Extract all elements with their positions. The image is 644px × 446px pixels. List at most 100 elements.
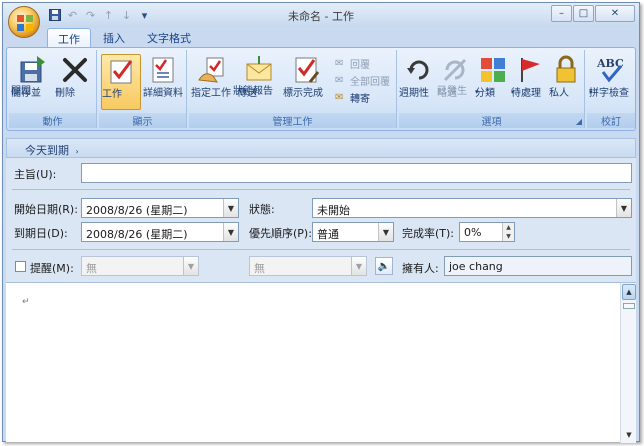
undo-icon[interactable]: ↶	[65, 8, 80, 23]
categorize-icon	[481, 58, 505, 82]
percent-complete-spinner[interactable]: 0% ▲ ▼	[459, 222, 515, 242]
options-launcher-icon[interactable]: ◢	[576, 117, 582, 126]
flag-icon	[521, 58, 540, 82]
spelling-check-icon: ABC	[596, 57, 624, 83]
start-date-picker[interactable]: 2008/8/26 (星期二) ▼	[81, 198, 239, 218]
group-proofing: ABC 拼字檢查 ▾ 校訂	[587, 50, 635, 128]
reminder-checkbox[interactable]	[15, 261, 26, 272]
save-icon[interactable]	[47, 8, 62, 23]
reply-all-icon: ✉	[335, 74, 344, 86]
subject-label: 主旨(U):	[14, 168, 57, 181]
save-close-icon	[20, 56, 45, 83]
mark-complete-button[interactable]: 標示完成	[283, 54, 329, 99]
reminder-date-select[interactable]: 無 ▼	[81, 256, 199, 276]
due-today-banner: 今天到期 ›	[6, 138, 636, 158]
vertical-scrollbar[interactable]: ▲ ▼	[620, 283, 636, 443]
spelling-dropdown-icon: ▾	[589, 88, 593, 96]
spelling-button[interactable]: ABC 拼字檢查 ▾	[589, 54, 633, 99]
reply-button[interactable]: ✉ 回覆	[335, 56, 370, 72]
tab-format-text[interactable]: 文字格式	[137, 28, 201, 47]
skip-occurrence-button[interactable]: 略過 已發生	[437, 54, 473, 99]
lock-icon	[556, 55, 576, 83]
categorize-dropdown-icon: ▾	[475, 88, 479, 96]
send-status-report-button[interactable]: 傳送 狀態報告	[233, 54, 281, 99]
priority-select[interactable]: 普通 ▼	[312, 222, 394, 242]
close-button[interactable]: ✕	[595, 5, 635, 22]
group-label-options: 選項	[399, 113, 584, 128]
office-logo-icon	[17, 15, 33, 31]
office-button[interactable]	[8, 6, 40, 38]
divider	[12, 189, 630, 190]
details-button[interactable]: 詳細資料	[143, 54, 183, 99]
due-date-dropdown-icon[interactable]: ▼	[223, 223, 238, 241]
up-icon[interactable]: ↑	[101, 8, 116, 23]
priority-dropdown-icon[interactable]: ▼	[378, 223, 393, 241]
spinner-arrows-icon[interactable]: ▲ ▼	[502, 223, 514, 241]
tab-task[interactable]: 工作	[47, 28, 91, 47]
group-label-show: 顯示	[99, 113, 186, 128]
divider	[12, 249, 630, 250]
start-date-dropdown-icon[interactable]: ▼	[223, 199, 238, 217]
customize-icon[interactable]: ▾	[137, 8, 152, 23]
start-date-label: 開始日期(R):	[14, 203, 78, 216]
status-report-icon	[246, 56, 272, 81]
tab-insert[interactable]: 插入	[93, 28, 135, 47]
details-icon	[152, 57, 174, 83]
recurrence-button[interactable]: 週期性	[399, 54, 439, 99]
status-select[interactable]: 未開始 ▼	[312, 198, 632, 218]
priority-label: 優先順序(P):	[249, 227, 312, 240]
status-label: 狀態:	[249, 203, 275, 216]
save-close-button[interactable]: 儲存並 關閉	[11, 54, 51, 99]
mark-complete-icon	[295, 57, 320, 83]
group-options: 週期性 略過 已發生 分類 ▾ 待處理 ▾ 私人 選項 ◢	[399, 50, 585, 128]
group-show: 工作 詳細資料 顯示	[99, 50, 187, 128]
owner-field: joe chang	[444, 256, 632, 276]
group-label-manage-task: 管理工作	[189, 113, 396, 128]
follow-up-dropdown-icon: ▾	[511, 88, 515, 96]
reminder-date-dropdown-icon[interactable]: ▼	[183, 257, 198, 275]
assign-task-button[interactable]: 指定工作	[191, 54, 235, 99]
percent-complete-label: 完成率(T):	[402, 227, 455, 240]
reminder-time-select[interactable]: 無 ▼	[249, 256, 367, 276]
group-actions: 儲存並 關閉 刪除 動作	[9, 50, 97, 128]
task-body-editor[interactable]: ↵ ▲ ▼	[6, 282, 636, 443]
reminder-time-dropdown-icon[interactable]: ▼	[351, 257, 366, 275]
task-icon	[110, 60, 133, 84]
reminder-sound-button[interactable]: 🔈	[375, 257, 393, 275]
scroll-up-icon: ▲	[626, 288, 632, 296]
forward-button[interactable]: ✉ 轉寄	[335, 90, 370, 106]
task-view-button[interactable]: 工作	[101, 54, 141, 110]
group-label-actions: 動作	[9, 113, 96, 128]
ribbon: 儲存並 關閉 刪除 動作 工作 詳細資料 顯示 指定工作 傳送 狀態報告 標示完…	[6, 47, 636, 131]
down-icon[interactable]: ↓	[119, 8, 134, 23]
subject-input[interactable]	[81, 163, 632, 183]
ribbon-tabs: 工作 插入 文字格式	[47, 28, 201, 47]
reply-all-button[interactable]: ✉ 全部回覆	[335, 73, 390, 89]
forward-icon: ✉	[335, 91, 344, 103]
quick-access-toolbar: ↶ ↷ ↑ ↓ ▾	[47, 7, 152, 23]
skip-occurrence-icon	[443, 58, 467, 82]
private-button[interactable]: 私人	[549, 54, 583, 99]
due-date-picker[interactable]: 2008/8/26 (星期二) ▼	[81, 222, 239, 242]
maximize-button[interactable]: □	[573, 5, 594, 22]
scroll-down-icon[interactable]: ▼	[624, 431, 634, 439]
delete-icon	[63, 58, 87, 82]
assign-task-icon	[198, 57, 224, 83]
reply-icon: ✉	[335, 57, 344, 69]
group-label-proofing: 校訂	[587, 113, 635, 128]
paragraph-mark: ↵	[22, 297, 30, 307]
group-manage-task: 指定工作 傳送 狀態報告 標示完成 ✉ 回覆 ✉ 全部回覆 ✉ 轉寄 管理工作	[189, 50, 397, 128]
owner-label: 擁有人:	[402, 262, 439, 275]
due-date-label: 到期日(D):	[14, 227, 68, 240]
window-controls: – □ ✕	[551, 5, 635, 22]
minimize-button[interactable]: –	[551, 5, 572, 22]
redo-icon[interactable]: ↷	[83, 8, 98, 23]
task-form: 主旨(U): 開始日期(R): 2008/8/26 (星期二) ▼ 狀態: 未開…	[6, 158, 636, 282]
delete-button[interactable]: 刪除	[55, 54, 95, 99]
recurrence-icon	[407, 60, 429, 80]
categorize-button[interactable]: 分類 ▾	[475, 54, 511, 99]
speaker-icon: 🔈	[377, 260, 391, 272]
scroll-thumb[interactable]	[623, 303, 635, 309]
status-dropdown-icon[interactable]: ▼	[616, 199, 631, 217]
follow-up-button[interactable]: 待處理 ▾	[511, 54, 549, 99]
